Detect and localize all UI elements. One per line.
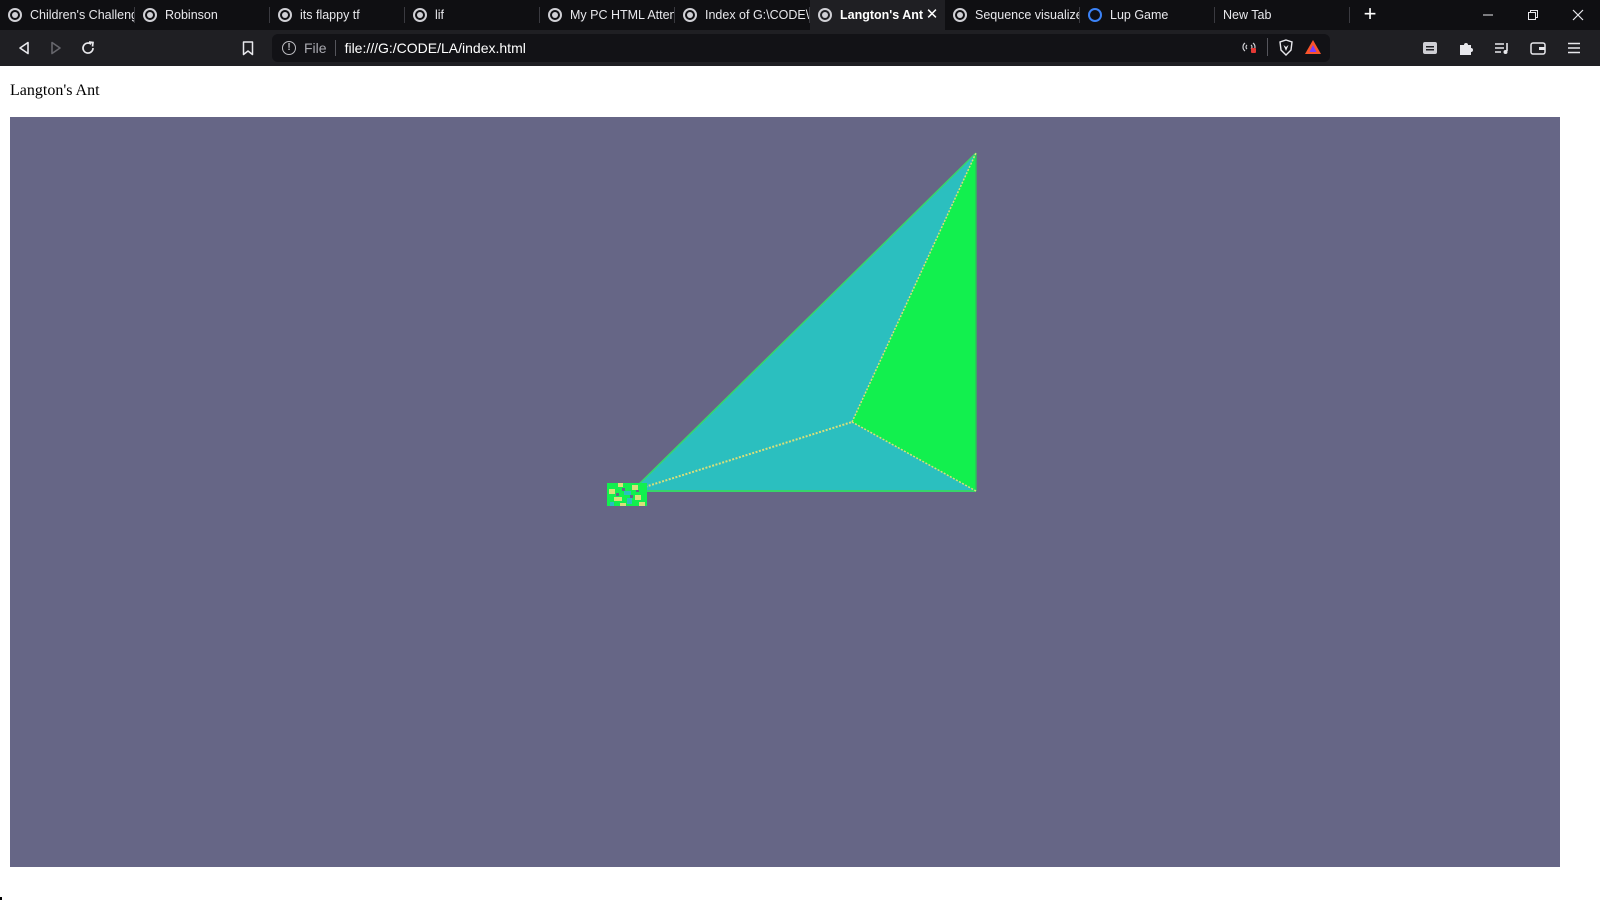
tab-title: lif [435, 8, 445, 22]
wallet-icon [1530, 42, 1546, 55]
globe-icon [8, 8, 22, 22]
tab-title: its flappy tf [300, 8, 360, 22]
reload-icon [82, 41, 94, 54]
tab-title: Index of G:\CODE\ [705, 8, 810, 22]
puzzle-icon [1460, 43, 1473, 55]
tab-sequence-visualizer[interactable]: Sequence visualize [945, 0, 1080, 30]
toolbar-actions [1414, 34, 1590, 62]
globe-icon [278, 8, 292, 22]
sidebar-button[interactable] [1414, 34, 1446, 62]
tab-title: My PC HTML Atten [570, 8, 675, 22]
tab-title: New Tab [1223, 8, 1272, 22]
browser-toolbar: ! File file:///G:/CODE/LA/index.html [0, 30, 1600, 66]
tab-title: Sequence visualize [975, 8, 1080, 22]
tab-lif[interactable]: lif [405, 0, 540, 30]
close-tab-icon[interactable]: ✕ [923, 6, 941, 24]
globe-icon [953, 8, 967, 22]
tab-title: Lup Game [1110, 8, 1169, 22]
brave-shields-icon[interactable] [1278, 38, 1294, 56]
wallet-button[interactable] [1522, 34, 1554, 62]
globe-icon [818, 8, 832, 22]
tab-lup-game[interactable]: Lup Game [1080, 0, 1215, 30]
extensions-button[interactable] [1450, 34, 1482, 62]
divider [1267, 38, 1268, 56]
address-bar[interactable]: ! File file:///G:/CODE/LA/index.html [272, 34, 1330, 62]
tab-strip: Children's Challeng Robinson its flappy … [0, 0, 1600, 30]
ant-origin-cluster [607, 483, 647, 507]
close-icon [1572, 9, 1583, 21]
back-button[interactable] [8, 34, 40, 62]
hamburger-menu-icon [1568, 42, 1580, 54]
tab-title: Children's Challeng [30, 8, 135, 22]
tab-its-flappy-tf[interactable]: its flappy tf [270, 0, 405, 30]
reload-button[interactable] [72, 34, 104, 62]
forward-icon [51, 41, 61, 55]
tab-my-pc-html[interactable]: My PC HTML Atten [540, 0, 675, 30]
menu-button[interactable] [1558, 34, 1590, 62]
site-info-icon[interactable]: ! [282, 41, 296, 55]
tab-langtons-ant[interactable]: Langton's Ant ✕ [810, 0, 945, 30]
close-window-button[interactable] [1555, 0, 1600, 30]
address-bar-actions [1241, 38, 1322, 56]
page-title: Langton's Ant [10, 82, 100, 99]
broadcast-icon[interactable] [1241, 40, 1257, 54]
url-text[interactable]: file:///G:/CODE/LA/index.html [345, 40, 526, 56]
loading-icon [1088, 8, 1102, 22]
langtons-ant-canvas[interactable] [10, 117, 1560, 867]
ant-pattern-drawing [607, 152, 977, 507]
globe-icon [548, 8, 562, 22]
globe-icon [683, 8, 697, 22]
media-queue-button[interactable] [1486, 34, 1518, 62]
restore-button[interactable] [1510, 0, 1555, 30]
back-icon [19, 41, 29, 55]
brave-rewards-icon[interactable] [1304, 39, 1322, 55]
tab-title: Robinson [165, 8, 218, 22]
tab-childrens-challenge[interactable]: Children's Challeng [0, 0, 135, 30]
playlist-icon [1495, 43, 1508, 54]
sidebar-icon [1423, 42, 1437, 54]
bookmark-button[interactable] [232, 34, 264, 62]
url-scheme-label: File [304, 40, 336, 56]
new-tab-button[interactable]: + [1350, 0, 1390, 30]
forward-button[interactable] [40, 34, 72, 62]
globe-icon [413, 8, 427, 22]
globe-icon [143, 8, 157, 22]
bookmark-icon [242, 40, 254, 55]
tab-title: Langton's Ant [840, 8, 923, 22]
restore-icon [1527, 10, 1538, 20]
minimize-button[interactable] [1465, 0, 1510, 30]
minimize-icon [1482, 14, 1493, 16]
tab-strip-drag-area[interactable] [1390, 0, 1465, 30]
tab-new-tab[interactable]: New Tab [1215, 0, 1350, 30]
tab-index-of-code[interactable]: Index of G:\CODE\ [675, 0, 810, 30]
tab-robinson[interactable]: Robinson [135, 0, 270, 30]
